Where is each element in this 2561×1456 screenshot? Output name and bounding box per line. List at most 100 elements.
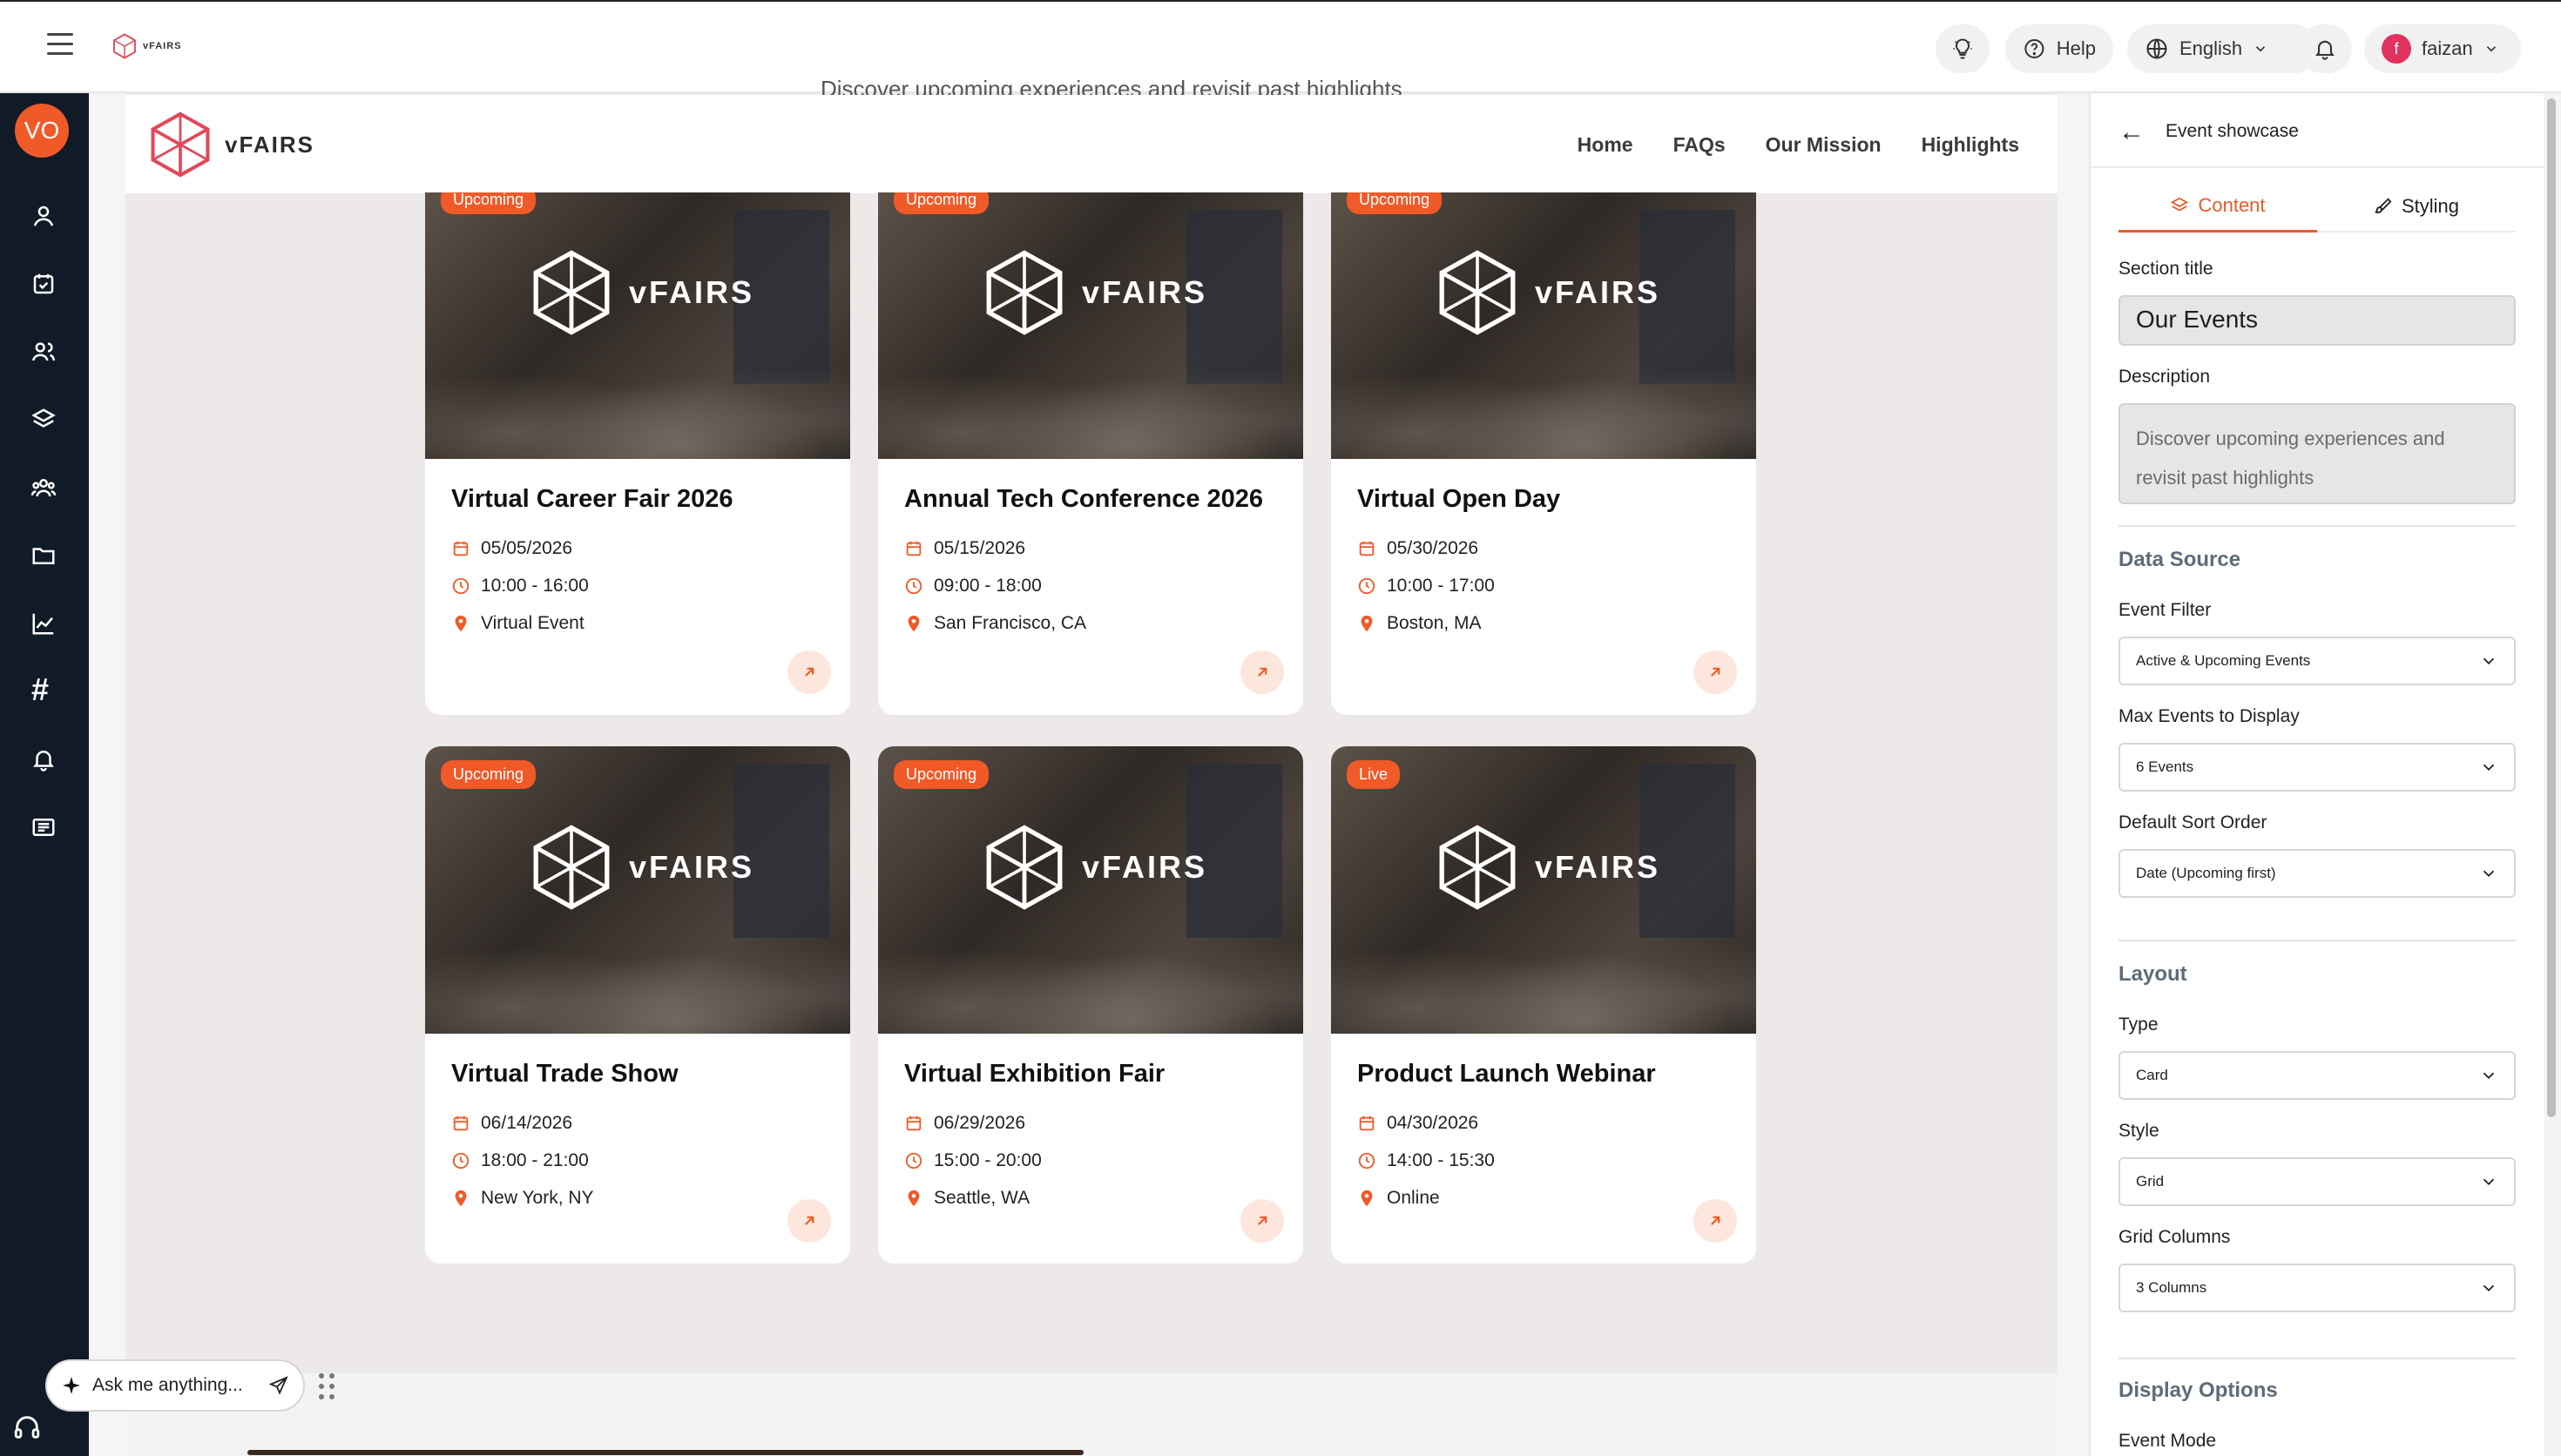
nav-analytics-icon[interactable] [29, 609, 58, 638]
sort-order-select[interactable]: Date (Upcoming first) [2118, 849, 2516, 898]
back-arrow-icon[interactable]: ← [2118, 118, 2145, 147]
clock-icon [905, 577, 922, 594]
scrollbar-thumb[interactable] [2547, 98, 2556, 1117]
app-logo[interactable]: vFAIRS [111, 33, 182, 59]
event-date: 06/14/2026 [451, 1104, 824, 1142]
event-card-image: vFAIRS Live [1331, 746, 1756, 1034]
event-date-text: 05/30/2026 [1387, 537, 1479, 558]
panel-scrollbar[interactable] [2544, 93, 2561, 1456]
open-event-button[interactable] [1240, 1199, 1284, 1243]
nav-hashtag-icon[interactable]: # [31, 671, 49, 708]
divider [2118, 1358, 2516, 1359]
style-select[interactable]: Grid [2118, 1157, 2516, 1206]
max-events-value: 6 Events [2136, 758, 2194, 775]
drag-handle-icon[interactable] [317, 1372, 338, 1403]
event-meta: 05/15/2026 09:00 - 18:00 San Francisco, CA [904, 529, 1277, 642]
support-headset-icon[interactable] [12, 1412, 42, 1442]
clock-icon [452, 1152, 470, 1169]
nav-layers-icon[interactable] [29, 405, 58, 435]
calendar-icon [906, 541, 922, 556]
location-pin-icon [908, 615, 920, 631]
site-logo[interactable]: vFAIRS [148, 111, 314, 179]
site-nav-faqs[interactable]: FAQs [1673, 133, 1726, 157]
arrow-up-right-icon [805, 1216, 814, 1225]
hamburger-menu-icon[interactable] [47, 33, 73, 56]
event-time: 18:00 - 21:00 [451, 1142, 824, 1179]
event-card[interactable]: vFAIRS Upcoming Virtual Exhibition Fair 06/… [878, 746, 1303, 1264]
event-location: Seattle, WA [904, 1179, 1277, 1217]
section-title-label: Section title [2118, 259, 2213, 279]
event-time: 10:00 - 16:00 [451, 567, 824, 604]
section-title-field[interactable]: Our Events [2118, 295, 2516, 346]
workspace-avatar[interactable]: VO [15, 104, 69, 158]
help-button[interactable]: Help [2005, 24, 2113, 73]
globe-icon [2146, 38, 2167, 59]
open-event-button[interactable] [787, 1199, 831, 1243]
lightbulb-icon [1953, 38, 1972, 59]
type-value: Card [2136, 1067, 2168, 1083]
clock-icon [452, 577, 470, 594]
event-filter-label: Event Filter [2118, 600, 2212, 620]
open-event-button[interactable] [787, 650, 831, 694]
event-meta: 04/30/2026 14:00 - 15:30 Online [1357, 1104, 1730, 1217]
open-event-button[interactable] [1240, 650, 1284, 694]
data-source-heading: Data Source [2118, 548, 2241, 571]
nav-bell-icon[interactable] [29, 745, 58, 774]
vfairs-cube-icon [986, 250, 1063, 335]
tab-styling-label: Styling [2401, 195, 2460, 217]
event-date-text: 05/05/2026 [481, 537, 573, 558]
event-card-image: vFAIRS Upcoming [425, 746, 850, 1034]
nav-calendar-check-icon[interactable] [29, 269, 58, 299]
type-select[interactable]: Card [2118, 1051, 2516, 1100]
event-card[interactable]: vFAIRS Live Product Launch Webinar 04/30/20… [1331, 746, 1756, 1264]
send-icon[interactable] [268, 1375, 289, 1396]
event-card[interactable]: vFAIRS Upcoming Annual Tech Conference 202… [878, 192, 1303, 715]
max-events-select[interactable]: 6 Events [2118, 743, 2516, 792]
nav-team-icon[interactable] [29, 473, 58, 502]
event-filter-value: Active & Upcoming Events [2136, 652, 2311, 669]
event-date-text: 04/30/2026 [1387, 1112, 1479, 1133]
panel-header: ← Event showcase [2091, 93, 2544, 168]
site-nav-highlights[interactable]: Highlights [1922, 133, 2019, 157]
event-time-text: 14:00 - 15:30 [1387, 1149, 1495, 1170]
ask-me-input[interactable]: Ask me anything... [45, 1359, 305, 1412]
nav-users-icon[interactable] [29, 337, 58, 367]
user-menu[interactable]: f faizan [2364, 24, 2521, 73]
event-location-text: Online [1387, 1187, 1440, 1208]
style-label: Style [2118, 1121, 2159, 1141]
chevron-down-icon [2256, 46, 2266, 52]
event-card-logo-text: vFAIRS [1535, 849, 1661, 885]
chevron-down-icon [2483, 1178, 2495, 1186]
status-badge: Upcoming [894, 760, 990, 789]
ask-me-placeholder: Ask me anything... [92, 1375, 243, 1395]
event-card-logo: vFAIRS [530, 248, 754, 337]
arrow-up-right-icon [1711, 1216, 1720, 1225]
nav-user-icon[interactable] [29, 201, 58, 231]
location-pin-icon [1361, 1190, 1373, 1206]
description-field[interactable]: Discover upcoming experiences and revisi… [2118, 403, 2516, 504]
arrow-up-right-icon [1258, 667, 1267, 677]
open-event-button[interactable] [1693, 650, 1737, 694]
nav-newspaper-icon[interactable] [29, 812, 58, 842]
vfairs-cube-icon [986, 825, 1063, 910]
max-events-label: Max Events to Display [2118, 706, 2300, 726]
language-selector[interactable]: English [2127, 24, 2319, 73]
event-filter-select[interactable]: Active & Upcoming Events [2118, 637, 2516, 685]
nav-folder-icon[interactable] [29, 541, 58, 570]
arrow-up-right-icon [1258, 1216, 1267, 1225]
theme-toggle-button[interactable] [1936, 24, 1990, 73]
site-nav-home[interactable]: Home [1578, 133, 1633, 157]
event-location-text: Virtual Event [481, 612, 585, 633]
event-card[interactable]: vFAIRS Upcoming Virtual Career Fair 2026 05… [425, 192, 850, 715]
event-card-logo-text: vFAIRS [629, 849, 755, 885]
event-card[interactable]: vFAIRS Upcoming Virtual Trade Show 06/14/20… [425, 746, 850, 1264]
tab-styling[interactable]: Styling [2317, 180, 2516, 233]
status-badge: Upcoming [894, 192, 990, 214]
site-nav-our-mission[interactable]: Our Mission [1766, 133, 1882, 157]
open-event-button[interactable] [1693, 1199, 1737, 1243]
chevron-down-icon [2483, 764, 2495, 772]
notifications-button[interactable] [2298, 24, 2352, 73]
event-card[interactable]: vFAIRS Upcoming Virtual Open Day 05/30/2026… [1331, 192, 1756, 715]
grid-columns-select[interactable]: 3 Columns [2118, 1264, 2516, 1312]
tab-content[interactable]: Content [2118, 180, 2317, 233]
